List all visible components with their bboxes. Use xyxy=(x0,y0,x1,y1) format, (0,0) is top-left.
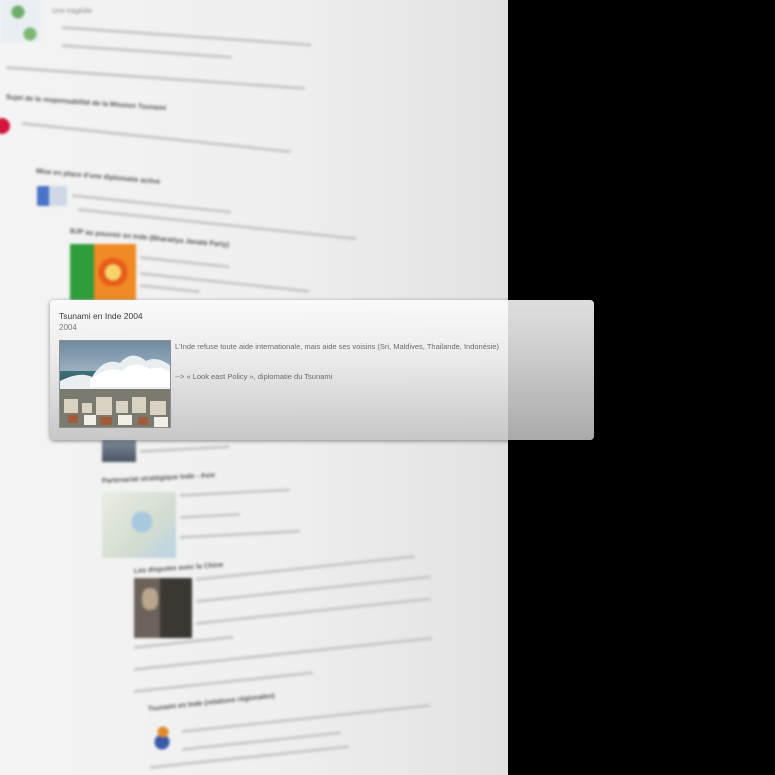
card-shade xyxy=(508,300,594,440)
event-description-note: --> « Look east Policy », diplomatie du … xyxy=(175,372,333,381)
background-line xyxy=(195,555,415,581)
background-line xyxy=(179,488,290,497)
world-map-thumbnail xyxy=(0,0,40,42)
screen: Une tragédie Sujet de la responsabilité … xyxy=(0,0,775,775)
background-line xyxy=(133,671,314,693)
background-heading: Mise en place d'une diplomatie active xyxy=(35,168,161,186)
background-line xyxy=(61,44,232,59)
photo-thumbnail xyxy=(102,440,136,462)
background-line xyxy=(149,745,350,769)
tsunami-image-icon xyxy=(60,341,170,427)
background-line xyxy=(5,66,306,90)
background-heading: Sujet de la responsabilité de la Mission… xyxy=(5,94,167,113)
timeline-event-card[interactable]: Tsunami en Inde 2004 2004 L'Inde refuse … xyxy=(50,300,594,440)
background-line xyxy=(139,445,230,453)
red-bullet-icon xyxy=(0,118,10,134)
background-line xyxy=(139,284,200,294)
asia-map-thumbnail xyxy=(102,492,176,558)
background-line xyxy=(139,256,230,269)
background-text: Une tragédie xyxy=(52,8,93,15)
background-line xyxy=(61,26,312,47)
tsunami-photo[interactable] xyxy=(59,340,171,428)
background-heading: Partenariat stratégique Inde - Asie xyxy=(101,472,216,485)
background-line xyxy=(195,597,431,625)
event-date: 2004 xyxy=(59,323,77,332)
background-heading: Tsunami en Inde (relations régionales) xyxy=(147,692,276,713)
background-heading: Les disputes avec la Chine xyxy=(133,561,224,575)
event-title: Tsunami en Inde 2004 xyxy=(59,311,143,321)
background-line xyxy=(181,703,431,733)
background-line xyxy=(21,122,291,154)
background-line xyxy=(179,512,240,519)
bird-illustration-thumbnail xyxy=(150,720,176,750)
event-description: L'Inde refuse toute aide internationale,… xyxy=(175,342,499,351)
organization-logo-thumbnail xyxy=(37,186,67,206)
background-line xyxy=(195,575,431,603)
background-line xyxy=(179,529,300,539)
lotus-icon xyxy=(96,252,130,286)
portrait-photo-thumbnail xyxy=(134,578,192,638)
